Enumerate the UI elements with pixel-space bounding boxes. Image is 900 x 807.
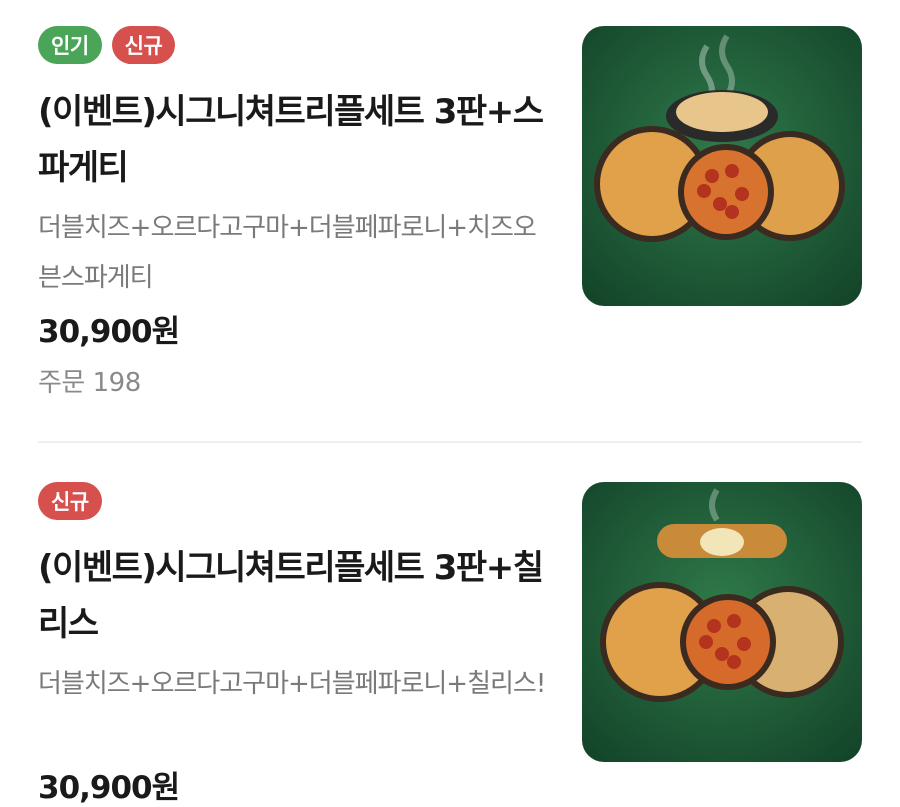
menu-item-description: 더블치즈+오르다고구마+더블페파로니+치즈오븐스파게티 xyxy=(38,213,537,293)
menu-item-image[interactable] xyxy=(582,482,862,762)
menu-item-price: 30,900원 xyxy=(38,314,180,350)
menu-item-image[interactable] xyxy=(582,26,862,306)
menu-item-price: 30,900원 xyxy=(38,770,180,806)
pizza-set-with-spaghetti-image xyxy=(582,26,862,306)
new-badge: 신규 xyxy=(38,482,102,520)
menu-item[interactable]: 신규 (이벤트)시그니쳐트리플세트 3판+칠리스 더블치즈+오르다고구마+더블페… xyxy=(38,482,862,806)
menu-item-title: (이벤트)시그니쳐트리플세트 3판+칠리스 xyxy=(38,548,544,644)
menu-item-title: (이벤트)시그니쳐트리플세트 3판+스파게티 xyxy=(38,92,544,188)
menu-item-description: 더블치즈+오르다고구마+더블페파로니+칠리스! xyxy=(38,669,546,699)
new-badge: 신규 xyxy=(111,26,176,64)
popular-badge: 인기 xyxy=(38,26,102,64)
item-divider xyxy=(38,441,862,443)
pizza-set-with-chilis-image xyxy=(582,482,862,762)
order-count: 주문 198 xyxy=(38,368,141,398)
menu-item[interactable]: 인기 신규 (이벤트)시그니쳐트리플세트 3판+스파게티 더블치즈+오르다고구마… xyxy=(38,26,862,398)
